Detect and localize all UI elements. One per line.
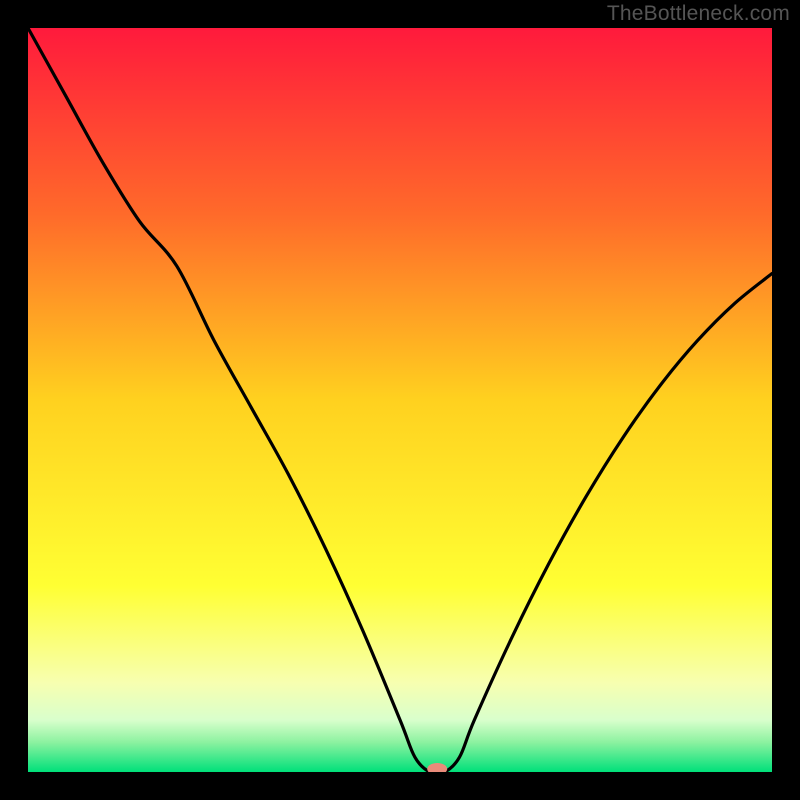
bottleneck-plot: [28, 28, 772, 772]
chart-frame: TheBottleneck.com: [0, 0, 800, 800]
watermark-text: TheBottleneck.com: [607, 2, 790, 26]
gradient-background: [28, 28, 772, 772]
plot-svg: [28, 28, 772, 772]
